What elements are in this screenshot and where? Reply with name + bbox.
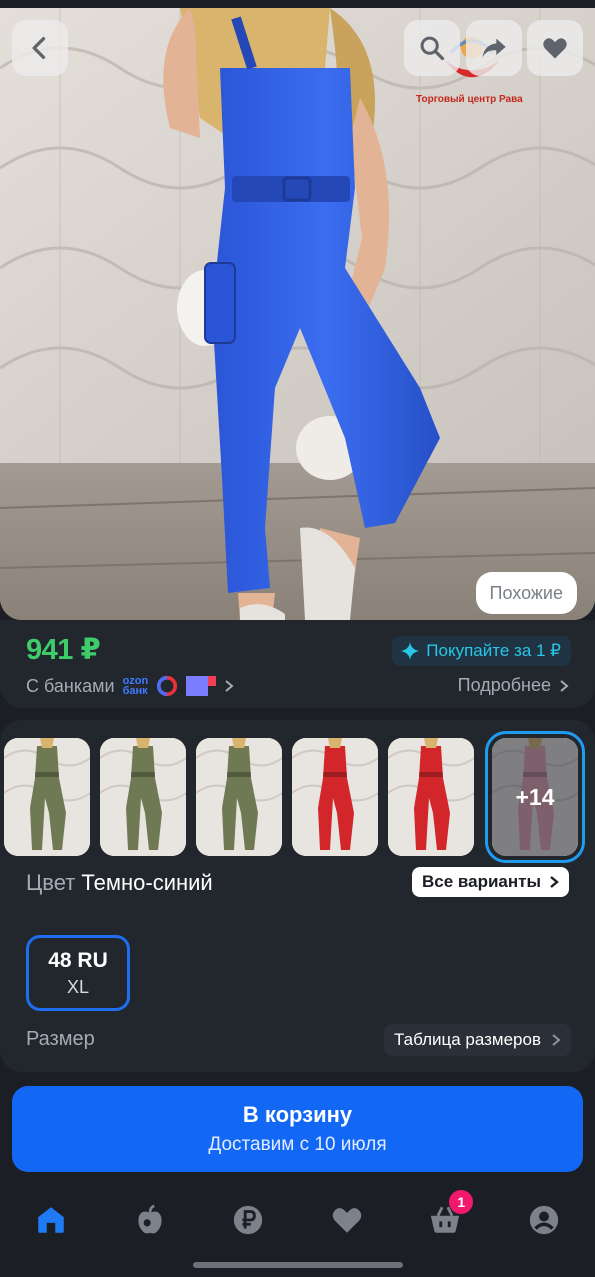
all-variants-button[interactable]: Все варианты	[412, 867, 569, 897]
back-button[interactable]	[12, 20, 68, 76]
color-thumbnail[interactable]	[388, 738, 474, 856]
chevron-right-icon	[550, 876, 559, 888]
more-colors-thumbnail[interactable]: +14	[485, 731, 585, 863]
share-button[interactable]	[466, 20, 522, 76]
nav-finance[interactable]	[218, 1190, 278, 1250]
thumbnail-image	[4, 738, 90, 856]
ruble-icon	[234, 1205, 263, 1235]
size-table-label: Таблица размеров	[394, 1030, 541, 1049]
cart-badge: 1	[449, 1190, 474, 1214]
ozon-bank-logo: ozon банк	[122, 676, 149, 697]
nav-fresh[interactable]	[120, 1190, 180, 1250]
share-arrow-icon	[482, 38, 506, 58]
color-thumbnails: +14	[4, 731, 585, 863]
thumbnail-image	[196, 738, 282, 856]
banks-label: С банками	[26, 675, 115, 696]
size-intl: XL	[66, 976, 90, 997]
profile-icon	[529, 1205, 558, 1235]
price-card: 941 ₽ Покупайте за 1 ₽ С банками ozon ба…	[0, 620, 595, 708]
bank-offers[interactable]: С банками ozon банк	[26, 675, 234, 697]
search-icon	[420, 36, 445, 61]
size-ru: 48 RU	[48, 948, 108, 972]
nav-profile[interactable]	[514, 1190, 574, 1250]
color-value: Темно-синий	[81, 870, 213, 895]
bank-logo-icon	[157, 675, 178, 697]
chevron-right-icon	[560, 679, 569, 692]
color-thumbnail[interactable]	[196, 738, 282, 856]
promo-label: Покупайте за 1 ₽	[426, 641, 561, 660]
favorite-button[interactable]	[527, 20, 583, 76]
add-to-cart-label: В корзину	[242, 1102, 353, 1127]
chevron-left-icon	[32, 37, 46, 59]
color-row: Цвет Темно-синий	[26, 870, 213, 896]
size-table-button[interactable]: Таблица размеров	[384, 1024, 571, 1056]
thumbnail-image	[292, 738, 378, 856]
ozon-bank-logo-bottom: банк	[122, 685, 148, 697]
thumbnail-image	[100, 738, 186, 856]
home-icon	[38, 1207, 64, 1233]
color-thumbnail[interactable]	[100, 738, 186, 856]
color-thumbnail[interactable]	[4, 738, 90, 856]
delivery-date: Доставим с 10 июля	[208, 1134, 387, 1155]
variants-card: +14 Цвет Темно-синий Все варианты 48 RU …	[0, 720, 595, 1072]
nav-favorites[interactable]	[317, 1190, 377, 1250]
color-label: Цвет	[26, 870, 76, 895]
size-label: Размер	[26, 1028, 95, 1050]
size-option-selected[interactable]: 48 RU XL	[26, 935, 130, 1011]
sparkle-icon	[401, 641, 420, 661]
search-button[interactable]	[404, 20, 460, 76]
similar-button[interactable]: Похожие	[475, 572, 577, 614]
product-photo[interactable]: Торговый центр Рава Похожие	[0, 8, 595, 620]
bottom-nav: 1	[0, 1185, 595, 1255]
thumbnail-image	[388, 738, 474, 856]
all-variants-label: Все варианты	[422, 872, 541, 891]
bank-card-icon	[186, 676, 217, 696]
promo-badge[interactable]: Покупайте за 1 ₽	[392, 636, 571, 666]
heart-icon	[543, 38, 567, 59]
apple-icon	[138, 1204, 162, 1234]
more-details-link[interactable]: Подробнее	[458, 675, 569, 696]
chevron-right-icon	[552, 1034, 561, 1046]
nav-cart[interactable]: 1	[415, 1190, 475, 1250]
home-indicator[interactable]	[193, 1262, 403, 1268]
chevron-right-icon	[225, 680, 234, 692]
more-details-label: Подробнее	[457, 675, 551, 695]
more-colors-count: +14	[492, 738, 578, 856]
color-thumbnail[interactable]	[292, 738, 378, 856]
heart-icon	[332, 1208, 362, 1233]
nav-home[interactable]	[21, 1190, 81, 1250]
seller-logo-text: Торговый центр Рава	[416, 94, 523, 105]
price: 941 ₽	[26, 634, 101, 666]
add-to-cart-button[interactable]: В корзину Доставим с 10 июля	[12, 1086, 583, 1172]
